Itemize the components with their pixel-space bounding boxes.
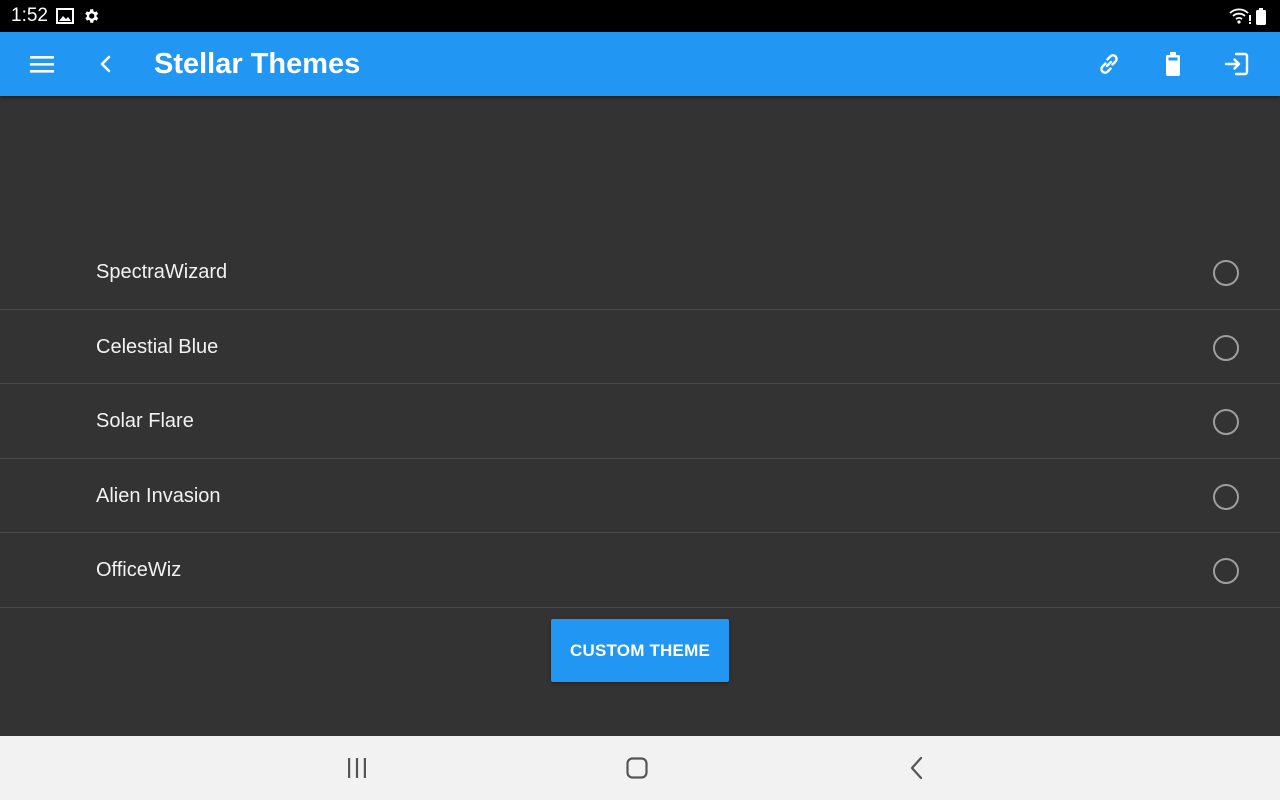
back-arrow-icon[interactable] [82,40,130,88]
status-bar: 1:52 [0,0,1280,32]
theme-label: Celestial Blue [96,335,219,358]
radio-button[interactable] [1213,260,1239,286]
status-time: 1:52 [11,5,48,26]
radio-button[interactable] [1213,334,1239,361]
radio-button[interactable] [1213,409,1239,436]
menu-icon[interactable] [18,40,66,88]
custom-theme-button[interactable]: CUSTOM THEME [551,619,729,682]
radio-button[interactable] [1213,483,1239,510]
theme-label: Alien Invasion [96,484,221,507]
app-bar: Stellar Themes [0,32,1280,96]
back-icon[interactable] [885,744,949,792]
radio-button[interactable] [1213,558,1239,585]
status-right-icons [1228,6,1270,26]
theme-label: Solar Flare [96,410,194,433]
theme-option-alien-invasion[interactable]: Alien Invasion [0,459,1280,534]
theme-option-officewiz[interactable]: OfficeWiz [0,533,1280,608]
theme-option-spectrawizard[interactable]: SpectraWizard [0,235,1280,310]
wifi-icon [1229,8,1251,24]
page-title: Stellar Themes [154,48,361,80]
home-icon[interactable] [605,744,669,792]
battery-icon[interactable] [1149,40,1197,88]
theme-option-celestial-blue[interactable]: Celestial Blue [0,310,1280,385]
link-icon[interactable] [1085,40,1133,88]
recent-apps-icon[interactable] [325,744,389,792]
gear-icon [82,7,100,25]
battery-icon [1256,8,1266,25]
theme-list: SpectraWizard Celestial Blue Solar Flare… [0,235,1280,608]
exit-icon[interactable] [1213,40,1261,88]
nav-bar [0,736,1280,800]
theme-label: OfficeWiz [96,559,182,582]
theme-label: SpectraWizard [96,261,228,283]
theme-option-solar-flare[interactable]: Solar Flare [0,384,1280,459]
image-icon [56,7,74,25]
